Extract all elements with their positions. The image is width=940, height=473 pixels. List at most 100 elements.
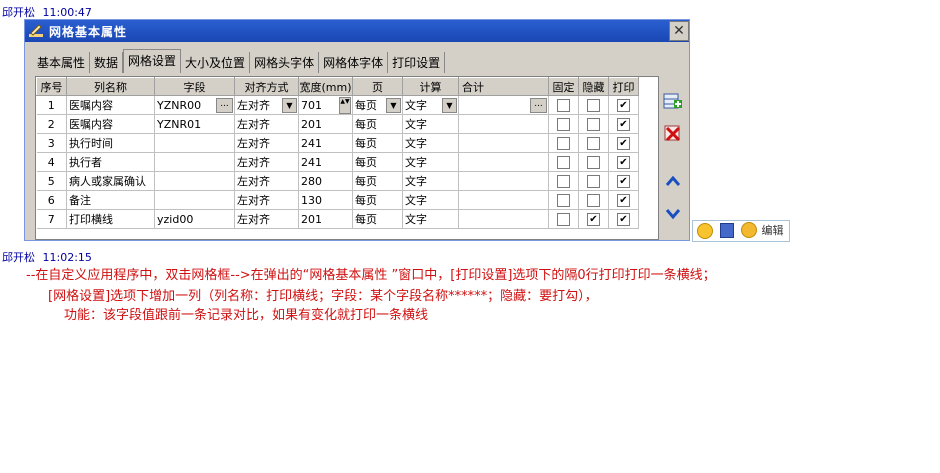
emoji-icon[interactable] [697,223,713,239]
field-cell[interactable]: YZNR01 [154,114,235,134]
calc-cell[interactable]: 文字 ▼ [402,95,459,115]
field-cell[interactable] [154,190,235,210]
row-number[interactable]: 4 [36,152,67,172]
page-cell[interactable]: 每页 [352,171,403,191]
table-row[interactable]: 6 备注 左对齐 130 每页 文字 ✔ [36,190,639,210]
print-checkbox[interactable]: ✔ [617,193,630,207]
save-icon[interactable] [719,222,734,238]
print-checkbox-cell[interactable]: ✔ [608,152,639,172]
print-checkbox[interactable]: ✔ [617,174,630,188]
tab-header-font[interactable]: 网格头字体 [250,52,320,73]
fixed-checkbox[interactable] [557,117,570,131]
table-row[interactable]: 2 医嘱内容 YZNR01 左对齐 201 每页 文字 ✔ [36,114,639,134]
col-header[interactable]: 合计 [458,77,549,96]
hidden-checkbox[interactable] [587,117,600,131]
page-cell[interactable]: 每页 ▼ [352,95,403,115]
print-checkbox-cell[interactable]: ✔ [608,133,639,153]
field-browse-button[interactable]: ... [216,98,233,113]
fixed-checkbox[interactable] [557,98,570,112]
fixed-checkbox-cell[interactable] [548,190,579,210]
row-number[interactable]: 5 [36,171,67,191]
width-cell[interactable]: 701 ▲▼ [298,95,353,115]
col-header[interactable]: 隐藏 [578,77,609,96]
page-cell[interactable]: 每页 [352,209,403,229]
sum-cell[interactable] [458,209,549,229]
page-dropdown-button[interactable]: ▼ [386,98,401,113]
column-name-cell[interactable]: 病人或家属确认 [66,171,155,191]
hidden-checkbox[interactable] [587,174,600,188]
fixed-checkbox-cell[interactable] [548,209,579,229]
print-checkbox[interactable]: ✔ [617,98,630,112]
tab-size-position[interactable]: 大小及位置 [181,52,251,73]
col-header[interactable]: 列名称 [66,77,155,96]
field-cell[interactable]: yzid00 [154,209,235,229]
page-cell[interactable]: 每页 [352,114,403,134]
sum-cell[interactable] [458,133,549,153]
calc-cell[interactable]: 文字 [402,152,459,172]
edit-icon[interactable] [740,222,757,238]
field-cell[interactable] [154,152,235,172]
width-cell[interactable]: 201 [298,209,353,229]
hidden-checkbox[interactable] [587,98,600,112]
field-cell[interactable] [154,133,235,153]
width-cell[interactable]: 241 [298,152,353,172]
fixed-checkbox-cell[interactable] [548,152,579,172]
page-cell[interactable]: 每页 [352,152,403,172]
print-checkbox[interactable]: ✔ [617,136,630,150]
row-number[interactable]: 7 [36,209,67,229]
table-row[interactable]: 5 病人或家属确认 左对齐 280 每页 文字 ✔ [36,171,639,191]
hidden-checkbox-cell[interactable]: ✔ [578,209,609,229]
page-cell[interactable]: 每页 [352,133,403,153]
print-checkbox[interactable]: ✔ [617,155,630,169]
add-row-icon[interactable] [659,92,687,116]
sum-browse-button[interactable]: ... [530,98,547,113]
tab-data[interactable]: 数据 [90,52,124,73]
fixed-checkbox-cell[interactable] [548,171,579,191]
close-button[interactable]: ✕ [669,21,689,41]
align-cell[interactable]: 左对齐 ▼ [234,95,299,115]
calc-dropdown-button[interactable]: ▼ [442,98,457,113]
align-cell[interactable]: 左对齐 [234,209,299,229]
fixed-checkbox[interactable] [557,193,570,207]
fixed-checkbox[interactable] [557,155,570,169]
align-dropdown-button[interactable]: ▼ [282,98,297,113]
tab-grid-settings[interactable]: 网格设置 [123,49,182,73]
hidden-checkbox[interactable] [587,155,600,169]
page-cell[interactable]: 每页 [352,190,403,210]
calc-cell[interactable]: 文字 [402,171,459,191]
fixed-checkbox[interactable] [557,136,570,150]
print-checkbox-cell[interactable]: ✔ [608,209,639,229]
col-header[interactable]: 宽度(mm) [298,77,353,96]
table-row[interactable]: 4 执行者 左对齐 241 每页 文字 ✔ [36,152,639,172]
align-cell[interactable]: 左对齐 [234,190,299,210]
field-cell[interactable]: YZNR00... [154,95,235,115]
calc-cell[interactable]: 文字 [402,190,459,210]
hidden-checkbox-cell[interactable] [578,95,609,115]
edit-label[interactable]: 编辑 [761,222,783,238]
col-header[interactable]: 计算 [402,77,459,96]
hidden-checkbox[interactable] [587,136,600,150]
align-cell[interactable]: 左对齐 [234,171,299,191]
row-number[interactable]: 3 [36,133,67,153]
column-name-cell[interactable]: 备注 [66,190,155,210]
table-row[interactable]: 7 打印横线 yzid00 左对齐 201 每页 文字 ✔ ✔ [36,209,639,229]
fixed-checkbox[interactable] [557,212,570,226]
sum-cell[interactable]: ... [458,95,549,115]
calc-cell[interactable]: 文字 [402,133,459,153]
fixed-checkbox-cell[interactable] [548,95,579,115]
hidden-checkbox[interactable]: ✔ [587,212,600,226]
table-row[interactable]: 1 医嘱内容 YZNR00... 左对齐 ▼ 701 ▲▼ 每页 ▼ 文字 ▼... ✔ [36,95,639,115]
print-checkbox-cell[interactable]: ✔ [608,190,639,210]
calc-cell[interactable]: 文字 [402,114,459,134]
tab-body-font[interactable]: 网格体字体 [319,52,389,73]
move-down-icon[interactable] [659,204,687,228]
fixed-checkbox-cell[interactable] [548,114,579,134]
fixed-checkbox-cell[interactable] [548,133,579,153]
sum-cell[interactable] [458,171,549,191]
calc-cell[interactable]: 文字 [402,209,459,229]
align-cell[interactable]: 左对齐 [234,114,299,134]
column-name-cell[interactable]: 打印横线 [66,209,155,229]
col-header[interactable]: 对齐方式 [234,77,299,96]
print-checkbox-cell[interactable]: ✔ [608,171,639,191]
hidden-checkbox-cell[interactable] [578,152,609,172]
